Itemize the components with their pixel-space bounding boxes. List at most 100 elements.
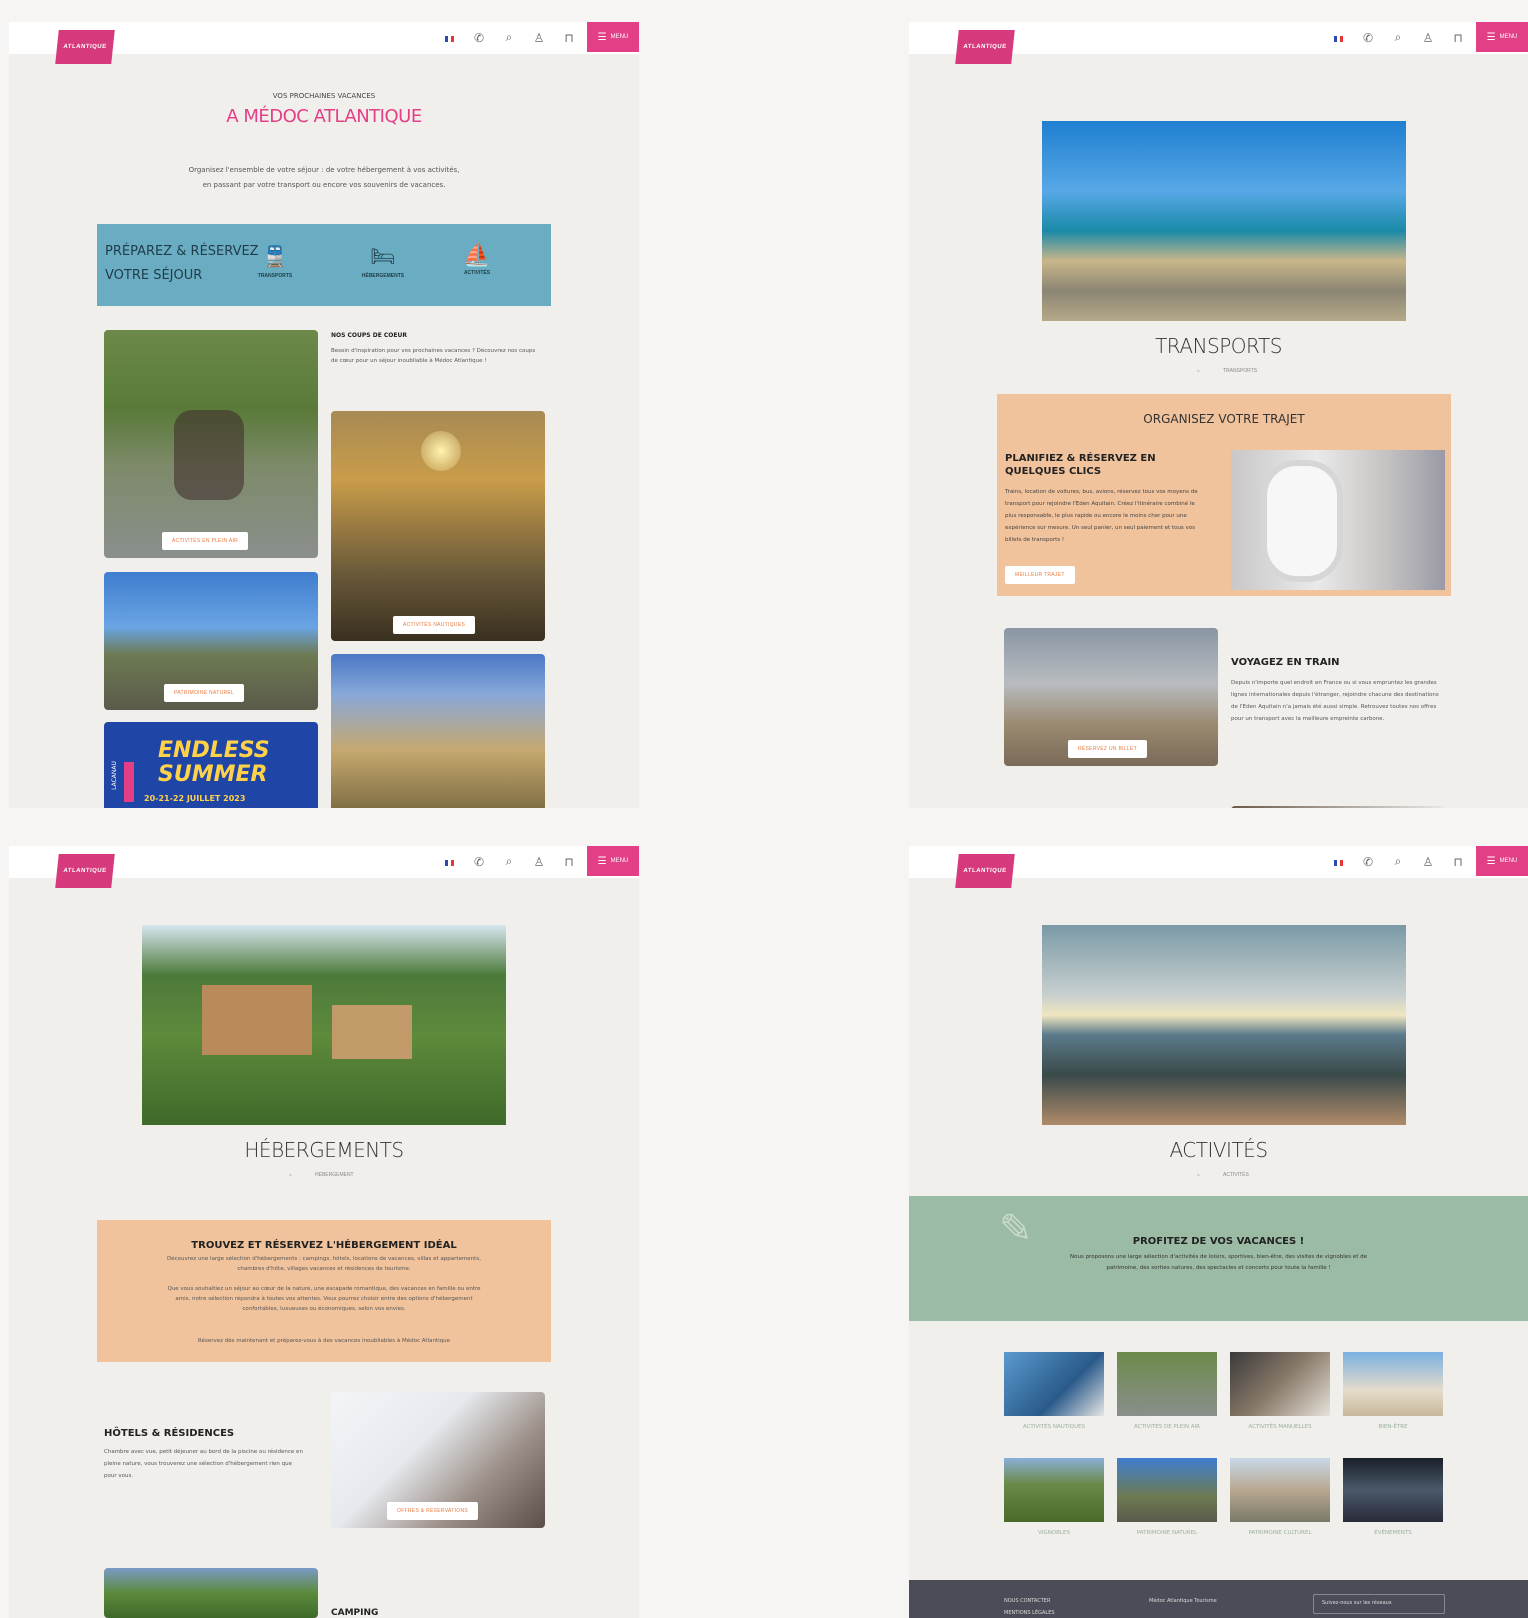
profitez-text: Nous proposons une large sélection d'act…: [1070, 1254, 1367, 1271]
nautiques-button[interactable]: ACTIVITÉS NAUTIQUES: [393, 616, 476, 634]
find-p3: Réservez dès maintenant et préparez-vous…: [198, 1338, 450, 1344]
tile-manuelles[interactable]: [1230, 1352, 1330, 1416]
flag-icon[interactable]: [441, 31, 457, 45]
tile-evenements[interactable]: [1343, 1458, 1443, 1522]
transports-panel: ATLANTIQUE ✆ ⌕ ♙ ⊓ ☰ MENU TRANSPORTS ⌂ TR…: [909, 22, 1528, 808]
promo-dates: 20-21-22 JUILLET 2023: [144, 794, 246, 803]
activites-panel: ATLANTIQUE ✆ ⌕ ♙ ⊓ ☰ MENU ACTIVITÉS ⌂ ACT…: [909, 846, 1528, 1618]
card-plein-air[interactable]: ACTIVITÉS EN PLEIN AIR: [104, 330, 318, 558]
cyclists-shape: [174, 410, 244, 500]
profitez-box: ✎ PROFITEZ DE VOS VACANCES ! Nous propos…: [909, 1196, 1528, 1321]
hamburger-icon: ☰: [1486, 31, 1496, 43]
category-hebergements[interactable]: 🛏 HÉBERGEMENTS: [353, 244, 413, 279]
phone-icon[interactable]: ✆: [1360, 31, 1376, 45]
footer-brand: Médoc Atlantique Tourisme: [1149, 1598, 1217, 1604]
footer-social-box[interactable]: Suivez-nous sur les réseaux: [1313, 1594, 1445, 1614]
user-icon[interactable]: ♙: [531, 855, 547, 869]
promo-endless-summer[interactable]: LACANAU ENDLESS SUMMER 20-21-22 JUILLET …: [104, 722, 318, 808]
hotels-button[interactable]: OFFRES & RÉSERVATIONS: [387, 1502, 479, 1520]
menu-button[interactable]: ☰ MENU: [587, 22, 639, 52]
camping-photo[interactable]: [104, 1568, 318, 1618]
find-p1: Découvrez une large sélection d'hébergem…: [167, 1256, 481, 1272]
train-photo[interactable]: RÉSERVEZ UN BILLET: [1004, 628, 1218, 766]
flag-icon[interactable]: [1330, 855, 1346, 869]
tile-label[interactable]: ACTIVITÉS NAUTIQUES: [1004, 1424, 1104, 1430]
phone-icon[interactable]: ✆: [1360, 855, 1376, 869]
home-icon[interactable]: ⌂: [1197, 368, 1200, 374]
airplane-photo: [1231, 450, 1445, 590]
train-button[interactable]: RÉSERVEZ UN BILLET: [1068, 740, 1147, 758]
card-patrimoine[interactable]: PATRIMOINE NATUREL: [104, 572, 318, 710]
search-icon[interactable]: ⌕: [1390, 854, 1406, 869]
tile-label[interactable]: VIGNOBLES: [1004, 1530, 1104, 1536]
patrimoine-button[interactable]: PATRIMOINE NATUREL: [164, 684, 245, 702]
promo-line-1: ENDLESS: [158, 738, 270, 763]
hotels-text: Chambre avec vue, petit déjeuner au bord…: [104, 1449, 303, 1479]
breadcrumb[interactable]: TRANSPORTS: [1223, 368, 1257, 374]
menu-button[interactable]: ☰ MENU: [1476, 846, 1528, 876]
prepare-title-1: PRÉPAREZ & RÉSERVEZ: [105, 244, 259, 259]
plan-text: Trains, location de voitures, bus, avion…: [1005, 489, 1198, 543]
phone-icon[interactable]: ✆: [471, 855, 487, 869]
search-icon[interactable]: ⌕: [501, 30, 517, 45]
kicker: VOS PROCHAINES VACANCES: [272, 92, 376, 100]
find-title: TROUVEZ ET RÉSERVEZ L'HÉBERGEMENT IDÉAL: [191, 1240, 457, 1251]
home-panel: ATLANTIQUE ✆ ⌕ ♙ ⊓ ☰ MENU VOS PROCHAINES …: [9, 22, 639, 808]
menu-button[interactable]: ☰ MENU: [1476, 22, 1528, 52]
tile-label[interactable]: BIEN-ÊTRE: [1343, 1424, 1443, 1430]
hamburger-icon: ☰: [1486, 855, 1496, 867]
flag-icon[interactable]: [1330, 31, 1346, 45]
cabin-shape-1: [202, 985, 312, 1055]
user-icon[interactable]: ♙: [1420, 31, 1436, 45]
tile-label[interactable]: ACTIVITÉS DE PLEIN AIR: [1117, 1424, 1217, 1430]
footer-mentions-link[interactable]: MENTIONS LÉGALES: [1004, 1610, 1055, 1616]
tile-patrimoine-naturel[interactable]: [1117, 1458, 1217, 1522]
train-title: VOYAGEZ EN TRAIN: [1231, 657, 1340, 668]
tile-vignobles[interactable]: [1004, 1458, 1104, 1522]
tile-bien-etre[interactable]: [1343, 1352, 1443, 1416]
plein-air-button[interactable]: ACTIVITÉS EN PLEIN AIR: [162, 532, 249, 550]
phone-icon[interactable]: ✆: [471, 31, 487, 45]
header: ATLANTIQUE ✆ ⌕ ♙ ⊓ ☰ MENU: [9, 22, 639, 64]
category-activites[interactable]: ⛵ ACTIVITÉS: [457, 242, 497, 276]
flag-icon[interactable]: [441, 855, 457, 869]
category-transports[interactable]: 🚆 TRANSPORTS: [255, 244, 295, 279]
site-logo[interactable]: ATLANTIQUE: [55, 854, 115, 888]
footer-contact-link[interactable]: NOUS CONTACTER: [1004, 1598, 1050, 1604]
basket-icon[interactable]: ⊓: [1450, 31, 1466, 45]
basket-icon[interactable]: ⊓: [561, 855, 577, 869]
train-text: Depuis n'importe quel endroit en France …: [1231, 680, 1439, 722]
plan-button[interactable]: MEILLEUR TRAJET: [1005, 566, 1075, 584]
home-icon[interactable]: ⌂: [1197, 1172, 1200, 1178]
tile-label[interactable]: ACTIVITÉS MANUELLES: [1230, 1424, 1330, 1430]
user-icon[interactable]: ♙: [1420, 855, 1436, 869]
beach-photo: [1042, 121, 1406, 321]
site-logo[interactable]: ATLANTIQUE: [955, 30, 1015, 64]
basket-icon[interactable]: ⊓: [1450, 855, 1466, 869]
menu-button[interactable]: ☰ MENU: [587, 846, 639, 876]
site-logo[interactable]: ATLANTIQUE: [55, 30, 115, 64]
tile-label[interactable]: PATRIMOINE NATUREL: [1117, 1530, 1217, 1536]
hotel-bed-photo[interactable]: OFFRES & RÉSERVATIONS: [331, 1392, 545, 1528]
tile-patrimoine-culturel[interactable]: [1230, 1458, 1330, 1522]
page-title: A MÉDOC ATLANTIQUE: [226, 106, 422, 127]
search-icon[interactable]: ⌕: [501, 854, 517, 869]
header: ATLANTIQUE ✆ ⌕ ♙ ⊓ ☰ MENU: [9, 846, 639, 888]
profitez-title: PROFITEZ DE VOS VACANCES !: [1132, 1236, 1305, 1247]
home-icon[interactable]: ⌂: [289, 1172, 292, 1178]
tile-label[interactable]: ÉVÉNEMENTS: [1343, 1530, 1443, 1536]
search-icon[interactable]: ⌕: [1390, 30, 1406, 45]
card-nautiques[interactable]: ACTIVITÉS NAUTIQUES: [331, 411, 545, 641]
footer: NOUS CONTACTER MENTIONS LÉGALES Médoc At…: [909, 1580, 1528, 1618]
footer-social-label: Suivez-nous sur les réseaux: [1322, 1600, 1392, 1606]
tile-label[interactable]: PATRIMOINE CULTUREL: [1230, 1530, 1330, 1536]
site-logo[interactable]: ATLANTIQUE: [955, 854, 1015, 888]
tile-nautiques[interactable]: [1004, 1352, 1104, 1416]
breadcrumb[interactable]: HÉBERGEMENT: [315, 1172, 354, 1178]
prepare-title-2: VOTRE SÉJOUR: [105, 268, 203, 283]
card-chateau[interactable]: [331, 654, 545, 808]
breadcrumb[interactable]: ACTIVITÉS: [1223, 1172, 1249, 1178]
user-icon[interactable]: ♙: [531, 31, 547, 45]
basket-icon[interactable]: ⊓: [561, 31, 577, 45]
tile-plein-air[interactable]: [1117, 1352, 1217, 1416]
